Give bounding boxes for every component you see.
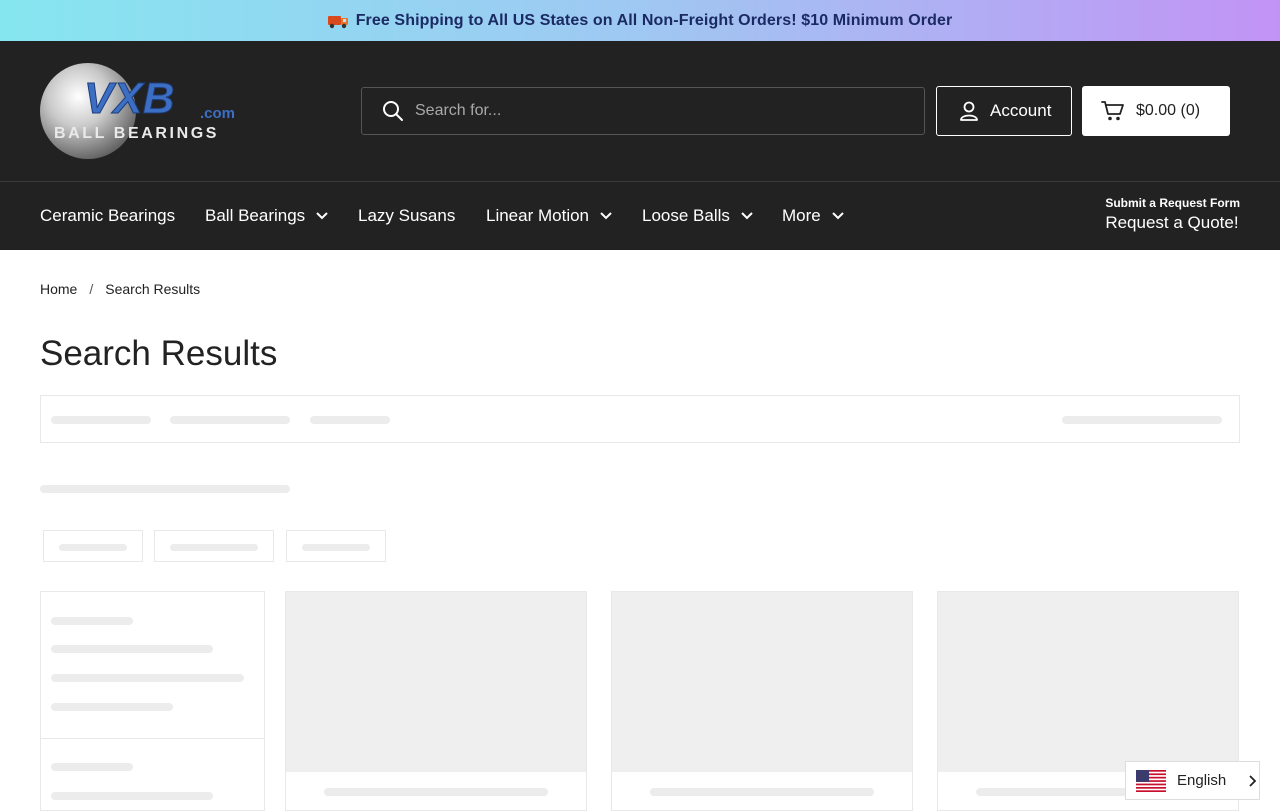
search-input[interactable]: Search for...: [361, 87, 925, 135]
nav-item-more[interactable]: More: [782, 182, 845, 250]
nav-item-ceramic-bearings[interactable]: Ceramic Bearings: [40, 182, 175, 250]
svg-text:VXB: VXB: [84, 74, 174, 123]
cart-icon: [1101, 101, 1124, 121]
announcement-bar: Free Shipping to All US States on All No…: [0, 0, 1280, 41]
skeleton-image: [612, 592, 912, 772]
filter-sidebar-skeleton: [40, 591, 265, 811]
chevron-down-icon: [741, 212, 753, 220]
breadcrumb-home[interactable]: Home: [40, 281, 77, 297]
skeleton-image: [938, 592, 1238, 772]
quote-subtitle: Submit a Request Form: [1105, 196, 1240, 210]
site-header: VXB .com BALL BEARINGS Search for... Acc…: [0, 41, 1280, 181]
chevron-down-icon: [316, 212, 328, 220]
skeleton-bar: [324, 788, 548, 796]
account-label: Account: [990, 101, 1052, 120]
skeleton-bar: [650, 788, 874, 796]
nav-item-lazy-susans[interactable]: Lazy Susans: [358, 182, 455, 250]
nav-item-loose-balls[interactable]: Loose Balls: [642, 182, 754, 250]
chevron-right-icon: [1249, 774, 1257, 787]
skeleton-bar: [170, 416, 290, 424]
site-logo[interactable]: VXB .com BALL BEARINGS: [40, 61, 240, 161]
skeleton-bar: [40, 485, 290, 493]
search-icon: [383, 101, 403, 121]
main-nav: Ceramic Bearings Ball Bearings Lazy Susa…: [0, 181, 1280, 250]
page-title: Search Results: [40, 334, 278, 373]
nav-item-linear-motion[interactable]: Linear Motion: [486, 182, 613, 250]
skeleton-bar: [51, 674, 244, 682]
product-card-skeleton: [285, 591, 587, 811]
language-label: English: [1177, 772, 1227, 789]
skeleton-bar: [51, 645, 213, 653]
nav-item-label: More: [782, 206, 821, 225]
svg-text:.com: .com: [200, 105, 235, 122]
skeleton-bar: [51, 792, 213, 800]
skeleton-bar: [170, 544, 258, 551]
nav-item-label: Ball Bearings: [205, 206, 306, 225]
truck-icon: [327, 15, 348, 28]
skeleton-bar: [1062, 416, 1222, 424]
breadcrumb-current: Search Results: [105, 281, 201, 297]
skeleton-bar: [59, 544, 127, 551]
skeleton-bar: [302, 544, 370, 551]
nav-item-label: Loose Balls: [642, 206, 730, 225]
cart-label: $0.00 (0): [1136, 102, 1201, 119]
announcement-text: Free Shipping to All US States on All No…: [355, 11, 953, 29]
skeleton-image: [286, 592, 586, 772]
nav-item-label: Lazy Susans: [358, 206, 456, 225]
skeleton-chip: [43, 530, 143, 562]
breadcrumb-separator: /: [89, 281, 94, 297]
account-button[interactable]: Account: [936, 86, 1072, 136]
divider: [41, 738, 264, 739]
skeleton-bar: [51, 763, 133, 771]
chevron-down-icon: [832, 212, 844, 220]
product-card-skeleton: [611, 591, 913, 811]
results-toolbar-skeleton: [40, 395, 1240, 443]
nav-item-label: Linear Motion: [486, 206, 590, 225]
nav-item-label: Ceramic Bearings: [40, 206, 176, 225]
request-quote-link[interactable]: Submit a Request Form Request a Quote!: [1105, 196, 1240, 233]
user-icon: [960, 101, 978, 121]
language-selector[interactable]: English: [1125, 761, 1260, 800]
skeleton-bar: [310, 416, 390, 424]
nav-item-ball-bearings[interactable]: Ball Bearings: [205, 182, 329, 250]
skeleton-chip: [154, 530, 274, 562]
skeleton-chip: [286, 530, 386, 562]
chevron-down-icon: [600, 212, 612, 220]
us-flag-icon: [1136, 769, 1166, 792]
cart-button[interactable]: $0.00 (0): [1082, 86, 1230, 136]
skeleton-bar: [51, 703, 173, 711]
skeleton-bar: [51, 416, 151, 424]
search-placeholder: Search for...: [415, 102, 502, 119]
svg-text:BALL BEARINGS: BALL BEARINGS: [54, 125, 219, 142]
quote-title: Request a Quote!: [1105, 213, 1239, 232]
skeleton-bar: [51, 617, 133, 625]
breadcrumb: Home / Search Results: [40, 281, 200, 297]
